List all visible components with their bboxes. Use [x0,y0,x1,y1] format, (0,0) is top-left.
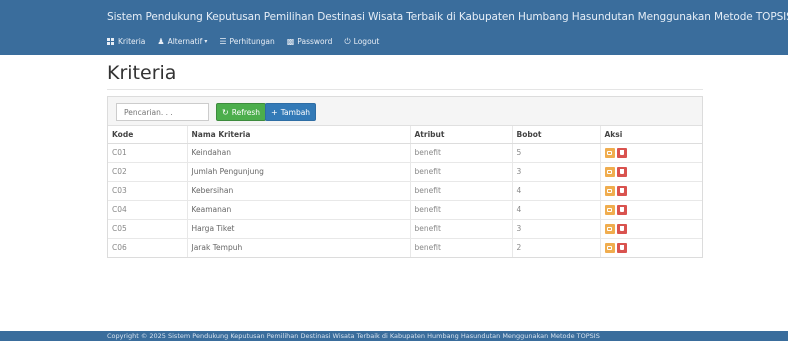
edit-icon [607,245,612,250]
trash-icon [619,188,624,193]
cell-bobot: 5 [511,142,600,162]
cell-aksi [599,218,702,238]
cell-atribut: benefit [409,180,512,200]
grid-icon [107,38,115,45]
table-row: C02 Jumlah Pengunjung benefit 3 [108,161,702,181]
edit-icon [607,150,612,155]
table-row: C01 Keindahan benefit 5 [108,142,702,162]
cell-kode: C06 [108,237,187,257]
cell-atribut: benefit [409,237,512,257]
cell-nama: Kebersihan [186,180,410,200]
delete-button[interactable] [616,185,627,196]
table-row: C06 Jarak Tempuh benefit 2 [108,237,702,257]
trash-icon [619,150,624,155]
delete-button[interactable] [616,242,627,253]
trash-icon [619,226,624,231]
cell-atribut: benefit [409,199,512,219]
cell-atribut: benefit [409,161,512,181]
delete-button[interactable] [616,147,627,158]
add-label: Tambah [280,107,311,117]
panel-toolbar: ↻ Refresh + Tambah [108,97,702,126]
cell-kode: C04 [108,199,187,219]
edit-button[interactable] [604,147,615,158]
cell-kode: C01 [108,142,187,162]
table-row: C04 Keamanan benefit 4 [108,199,702,219]
cell-aksi [599,237,702,257]
menu-label: Logout [353,37,380,46]
cell-aksi [599,180,702,200]
main-menu: Kriteria ♟ Alternatif ▾ ☰ Perhitungan ▩ … [107,37,391,46]
menu-item-password[interactable]: ▩ Password [287,37,333,46]
cell-nama: Keamanan [186,199,410,219]
page-title: Kriteria [107,62,177,84]
menu-label: Alternatif [167,37,203,46]
menu-item-perhitungan[interactable]: ☰ Perhitungan [219,37,274,46]
refresh-label: Refresh [231,107,261,117]
cell-bobot: 3 [511,218,600,238]
edit-button[interactable] [604,223,615,234]
column-header-atribut: Atribut [409,126,512,144]
kriteria-panel: ↻ Refresh + Tambah Kode Nama Kriteria At… [107,96,703,258]
refresh-button[interactable]: ↻ Refresh [216,103,267,121]
cell-nama: Harga Tiket [186,218,410,238]
menu-item-alternatif[interactable]: ♟ Alternatif ▾ [157,37,207,46]
plus-icon: + [271,107,278,117]
top-navbar: Sistem Pendukung Keputusan Pemilihan Des… [0,0,788,55]
delete-button[interactable] [616,204,627,215]
menu-label: Perhitungan [229,37,275,46]
app-title[interactable]: Sistem Pendukung Keputusan Pemilihan Des… [107,11,788,23]
refresh-icon: ↻ [222,107,229,117]
lock-icon: ▩ [286,36,295,46]
cell-bobot: 4 [511,180,600,200]
menu-label: Kriteria [118,37,146,46]
edit-icon [607,207,612,212]
column-header-bobot: Bobot [511,126,600,144]
cell-bobot: 2 [511,237,600,257]
footer-bar: Copyright © 2025 Sistem Pendukung Keputu… [0,331,788,341]
menu-item-logout[interactable]: ⏻ Logout [344,37,379,46]
delete-button[interactable] [616,166,627,177]
trash-icon [619,245,624,251]
title-divider [107,89,703,90]
table-row: C05 Harga Tiket benefit 3 [108,218,702,238]
list-icon: ☰ [219,36,227,46]
column-header-kode: Kode [108,126,187,144]
cell-atribut: benefit [409,142,512,162]
edit-button[interactable] [604,166,615,177]
cell-bobot: 4 [511,199,600,219]
cell-bobot: 3 [511,161,600,181]
cell-kode: C05 [108,218,187,238]
cell-aksi [599,199,702,219]
column-header-aksi: Aksi [599,126,702,144]
menu-item-kriteria[interactable]: Kriteria [107,37,145,46]
menu-label: Password [297,37,333,46]
edit-icon [607,226,612,231]
table-row: C03 Kebersihan benefit 4 [108,180,702,200]
cell-nama: Jarak Tempuh [186,237,410,257]
cell-aksi [599,161,702,181]
trash-icon [619,169,624,174]
cell-nama: Keindahan [186,142,410,162]
table-header-row: Kode Nama Kriteria Atribut Bobot Aksi [108,126,702,144]
edit-icon [607,169,612,174]
cell-atribut: benefit [409,218,512,238]
cell-nama: Jumlah Pengunjung [186,161,410,181]
edit-icon [607,188,612,193]
column-header-nama: Nama Kriteria [186,126,410,144]
kriteria-table: Kode Nama Kriteria Atribut Bobot Aksi C0… [108,126,702,257]
search-input[interactable] [116,103,209,121]
power-icon: ⏻ [344,36,351,46]
edit-button[interactable] [604,242,615,253]
add-button[interactable]: + Tambah [265,103,317,121]
trash-icon [619,207,624,212]
cell-kode: C03 [108,180,187,200]
cell-kode: C02 [108,161,187,181]
edit-button[interactable] [604,185,615,196]
edit-button[interactable] [604,204,615,215]
delete-button[interactable] [616,223,627,234]
user-icon: ♟ [157,36,165,46]
caret-down-icon: ▾ [204,38,208,45]
footer-copyright: Copyright © 2025 Sistem Pendukung Keputu… [107,332,600,340]
cell-aksi [599,142,702,162]
